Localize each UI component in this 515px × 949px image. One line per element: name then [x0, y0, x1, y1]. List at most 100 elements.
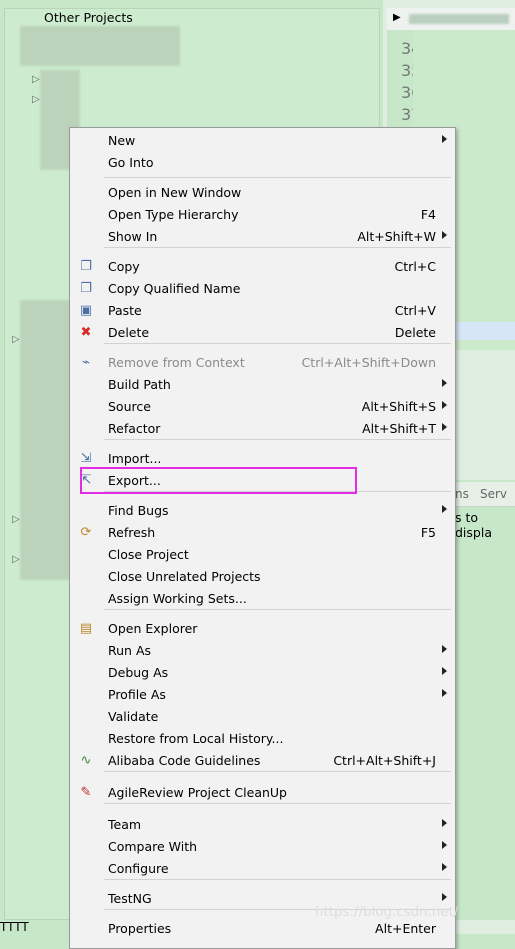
submenu-arrow-icon	[442, 645, 447, 653]
menu-item-shortcut: Delete	[394, 325, 436, 340]
editor-breadcrumb: ▶	[387, 8, 515, 31]
submenu-arrow-icon	[442, 423, 447, 431]
expand-icon[interactable]: ▷	[12, 514, 20, 525]
menu-item-assign-working-sets[interactable]: Assign Working Sets...	[70, 588, 455, 610]
menu-item-properties[interactable]: Properties Alt+Enter	[70, 918, 455, 940]
status-text: TTTT	[0, 920, 29, 934]
menu-item-agilereview-project-cleanup[interactable]: ✎ AgileReview Project CleanUp	[70, 782, 455, 804]
expand-icon[interactable]: ▷	[12, 554, 20, 565]
context-menu: New Go Into Open in New Window Open Type Hi…	[69, 127, 456, 949]
menu-item-build-path[interactable]: Build Path	[70, 374, 455, 396]
expand-icon[interactable]: ▷	[32, 94, 40, 105]
menu-item-label: Show In	[108, 229, 158, 244]
submenu-arrow-icon	[442, 231, 447, 239]
menu-item-label: Configure	[108, 861, 169, 876]
menu-item-shortcut: Ctrl+V	[394, 303, 436, 318]
menu-item-delete[interactable]: ✖ Delete Delete	[70, 322, 455, 344]
menu-item-paste[interactable]: ▣ Paste Ctrl+V	[70, 300, 455, 322]
remove-context-icon: ⌁	[82, 355, 90, 370]
menu-item-copy-qualified-name[interactable]: ❐ Copy Qualified Name	[70, 278, 455, 300]
submenu-arrow-icon	[442, 379, 447, 387]
menu-item-label: Remove from Context	[108, 355, 245, 370]
submenu-arrow-icon	[442, 841, 447, 849]
menu-item-run-as[interactable]: Run As	[70, 640, 455, 662]
menu-item-close-unrelated-projects[interactable]: Close Unrelated Projects	[70, 566, 455, 588]
menu-item-label: Debug As	[108, 665, 169, 680]
menu-item-open-explorer[interactable]: ▤ Open Explorer	[70, 618, 455, 640]
menu-item-label: Alibaba Code Guidelines	[108, 753, 261, 768]
menu-item-label: Team	[108, 817, 142, 832]
submenu-arrow-icon	[442, 135, 447, 143]
submenu-arrow-icon	[442, 401, 447, 409]
submenu-arrow-icon	[442, 689, 447, 697]
menu-item-label: Restore from Local History...	[108, 731, 284, 746]
menu-item-label: Open Type Hierarchy	[108, 207, 239, 222]
menu-item-label: Source	[108, 399, 151, 414]
alibaba-guidelines-icon: ∿	[80, 753, 92, 768]
watermark: https://blog.csdn.net/...	[315, 905, 472, 920]
menu-item-configure[interactable]: Configure	[70, 858, 455, 880]
paste-icon: ▣	[79, 303, 93, 318]
open-explorer-icon: ▤	[79, 621, 93, 636]
menu-item-refactor[interactable]: Refactor Alt+Shift+T	[70, 418, 455, 440]
menu-item-validate[interactable]: Validate	[70, 706, 455, 728]
menu-item-refresh[interactable]: ⟳ Refresh F5	[70, 522, 455, 544]
menu-item-label: Find Bugs	[108, 503, 169, 518]
menu-item-close-project[interactable]: Close Project	[70, 544, 455, 566]
blurred-tree-content	[20, 26, 180, 66]
menu-item-label: Paste	[108, 303, 142, 318]
tree-node-other-projects[interactable]: Other Projects	[44, 10, 133, 25]
menu-item-shortcut: F4	[420, 207, 436, 222]
blurred-tree-content	[20, 300, 70, 580]
import-icon: ⇲	[80, 451, 92, 466]
breadcrumb-arrow-icon[interactable]: ▶	[393, 12, 401, 23]
menu-item-label: Assign Working Sets...	[108, 591, 247, 606]
menu-item-label: Run As	[108, 643, 152, 658]
expand-icon[interactable]: ▷	[12, 334, 20, 345]
view-hint-text: s to displa	[455, 510, 492, 540]
menu-item-shortcut: Alt+Shift+T	[362, 421, 436, 436]
menu-separator	[104, 177, 451, 178]
copy-qualified-name-icon: ❐	[80, 281, 92, 296]
menu-item-show-in[interactable]: Show In Alt+Shift+W	[70, 226, 455, 248]
submenu-arrow-icon	[442, 819, 447, 827]
delete-icon: ✖	[80, 325, 92, 340]
menu-item-label: Go Into	[108, 155, 154, 170]
menu-item-find-bugs[interactable]: Find Bugs	[70, 500, 455, 522]
menu-item-label: Open Explorer	[108, 621, 198, 636]
refresh-icon: ⟳	[80, 525, 92, 540]
menu-item-shortcut: F5	[420, 525, 436, 540]
menu-item-alibaba-code-guidelines[interactable]: ∿ Alibaba Code Guidelines Ctrl+Alt+Shift+J	[70, 750, 455, 772]
menu-item-go-into[interactable]: Go Into	[70, 152, 455, 174]
menu-item-team[interactable]: Team	[70, 814, 455, 836]
menu-item-label: Copy Qualified Name	[108, 281, 241, 296]
menu-item-label: Compare With	[108, 839, 198, 854]
copy-icon: ❐	[80, 259, 92, 274]
menu-item-profile-as[interactable]: Profile As	[70, 684, 455, 706]
expand-icon[interactable]: ▷	[32, 74, 40, 85]
menu-item-label: Open in New Window	[108, 185, 242, 200]
agilereview-icon: ✎	[80, 785, 92, 800]
menu-item-label: AgileReview Project CleanUp	[108, 785, 287, 800]
submenu-arrow-icon	[442, 667, 447, 675]
menu-item-label: Delete	[108, 325, 150, 340]
menu-item-open-type-hierarchy[interactable]: Open Type Hierarchy F4	[70, 204, 455, 226]
tab-servers[interactable]: Serv	[480, 487, 507, 501]
menu-item-open-in-new-window[interactable]: Open in New Window	[70, 182, 455, 204]
submenu-arrow-icon	[442, 893, 447, 901]
menu-item-shortcut: Ctrl+Alt+Shift+Down	[301, 355, 436, 370]
menu-item-remove-from-context: ⌁ Remove from Context Ctrl+Alt+Shift+Down	[70, 352, 455, 374]
menu-item-label: Close Unrelated Projects	[108, 569, 261, 584]
menu-item-compare-with[interactable]: Compare With	[70, 836, 455, 858]
menu-item-label: Refresh	[108, 525, 156, 540]
menu-item-debug-as[interactable]: Debug As	[70, 662, 455, 684]
menu-item-shortcut: Alt+Shift+S	[361, 399, 436, 414]
menu-item-restore-from-local-history[interactable]: Restore from Local History...	[70, 728, 455, 750]
export-highlight-box	[80, 467, 357, 494]
menu-item-label: Copy	[108, 259, 140, 274]
menu-item-source[interactable]: Source Alt+Shift+S	[70, 396, 455, 418]
tab-label[interactable]: ns	[455, 487, 469, 501]
menu-item-copy[interactable]: ❐ Copy Ctrl+C	[70, 256, 455, 278]
menu-item-shortcut: Ctrl+C	[394, 259, 436, 274]
menu-item-new[interactable]: New	[70, 130, 455, 152]
